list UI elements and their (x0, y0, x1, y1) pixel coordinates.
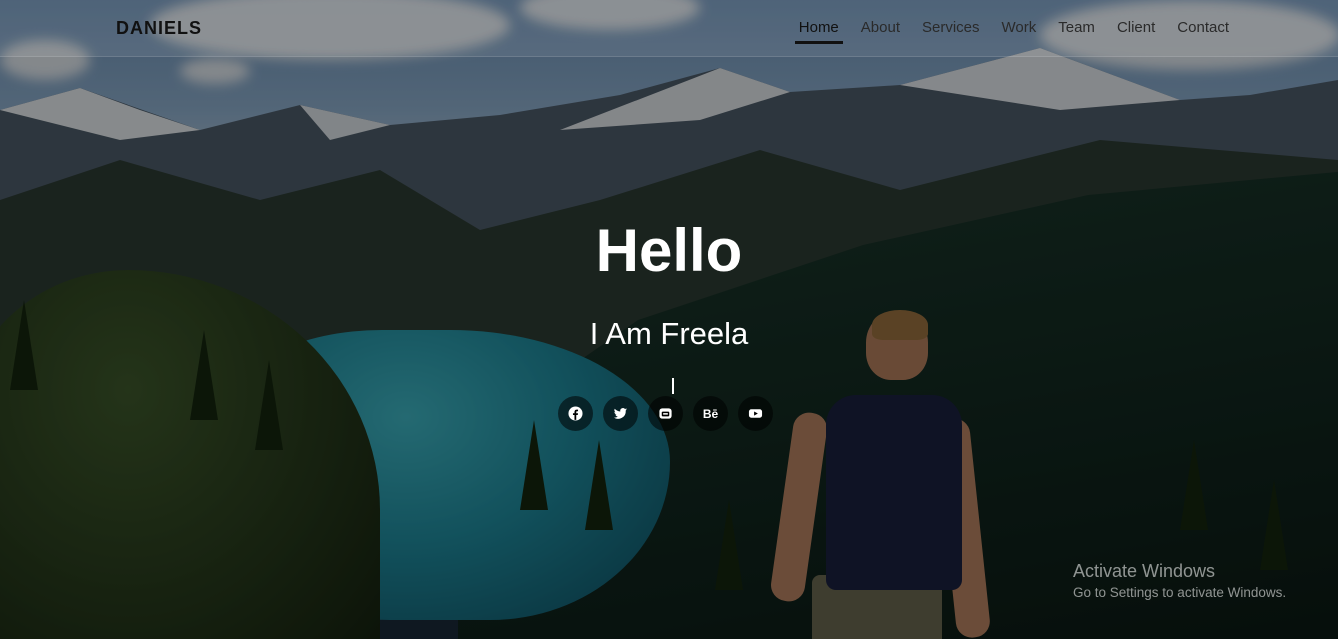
lock-link[interactable] (648, 396, 683, 431)
site-header: DANIELS Home About Services Work Team Cl… (0, 0, 1338, 57)
nav-client[interactable]: Client (1106, 17, 1166, 44)
facebook-icon (568, 406, 583, 421)
behance-link[interactable]: Bē (693, 396, 728, 431)
nav-work[interactable]: Work (991, 17, 1048, 44)
typing-cursor (672, 378, 674, 394)
watermark-title: Activate Windows (1073, 561, 1216, 581)
social-links: Bē (558, 396, 773, 431)
nav-about[interactable]: About (850, 17, 911, 44)
behance-icon: Bē (702, 406, 719, 421)
lock-icon (659, 408, 672, 419)
hero-title: Hello (595, 217, 743, 284)
twitter-link[interactable] (603, 396, 638, 431)
nav-team[interactable]: Team (1047, 17, 1106, 44)
youtube-link[interactable] (738, 396, 773, 431)
nav-services[interactable]: Services (911, 17, 991, 44)
facebook-link[interactable] (558, 396, 593, 431)
activation-watermark: Activate Windows Go to Settings to activ… (1073, 561, 1286, 600)
site-logo[interactable]: DANIELS (116, 18, 202, 39)
twitter-icon (613, 408, 628, 419)
nav-contact[interactable]: Contact (1166, 17, 1240, 44)
watermark-subtitle: Go to Settings to activate Windows. (1073, 585, 1287, 600)
nav-home[interactable]: Home (788, 17, 850, 44)
hero-subtitle: I Am Freela (589, 316, 749, 351)
youtube-icon (748, 409, 763, 418)
main-nav: Home About Services Work Team Client Con… (788, 17, 1240, 44)
